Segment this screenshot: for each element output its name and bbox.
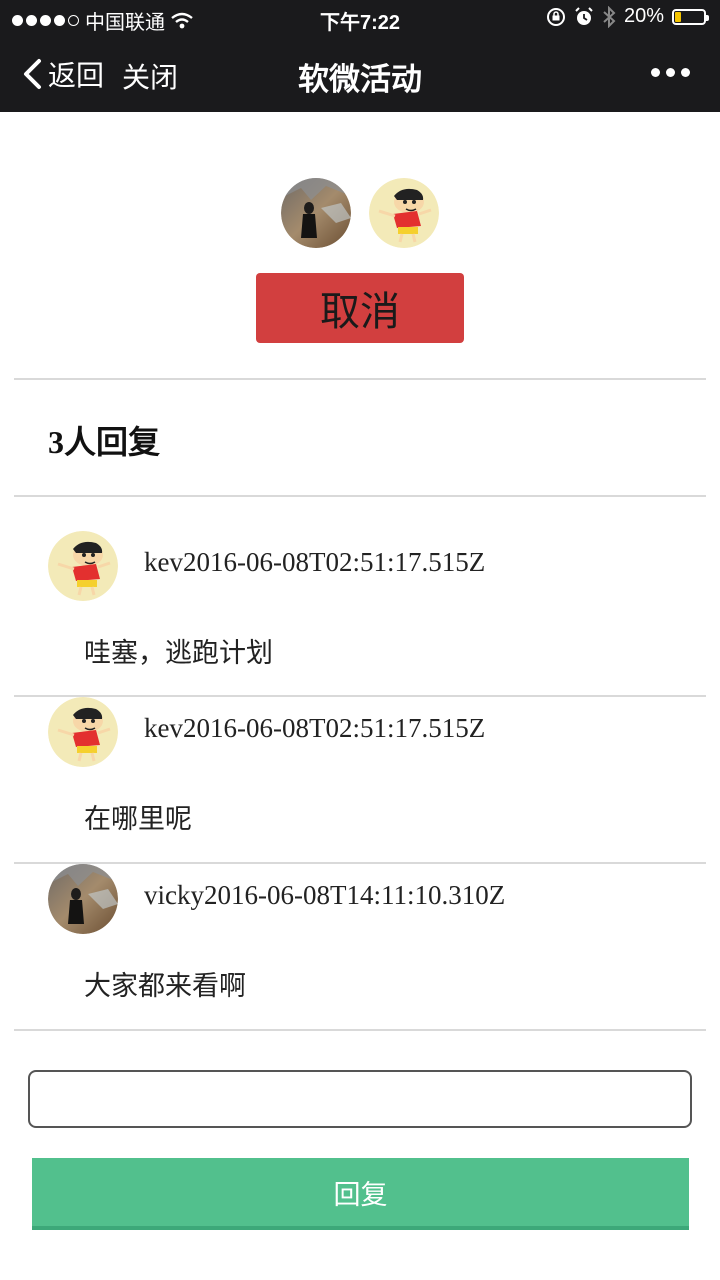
status-right: 20% xyxy=(546,5,709,28)
avatar[interactable] xyxy=(281,178,351,248)
comment-meta: kev2016-06-08T02:51:17.515Z xyxy=(144,713,486,743)
battery-fill xyxy=(675,11,681,22)
status-bar: 中国联通 下午7:22 20% xyxy=(0,0,720,36)
battery-icon xyxy=(672,8,709,25)
comment-item: kev2016-06-08T02:51:17.515Z 哇塞，逃跑计划 xyxy=(0,497,720,668)
alarm-icon xyxy=(575,6,593,25)
comment-meta: kev2016-06-08T02:51:17.515Z xyxy=(144,547,486,577)
page-title: 软微活动 xyxy=(298,62,422,97)
reply-input[interactable] xyxy=(28,1070,692,1128)
comment-text: 大家都来看啊 xyxy=(84,971,246,1001)
rotation-lock-icon xyxy=(546,7,565,26)
cancel-button[interactable]: 取消 xyxy=(256,273,464,343)
nav-bar: 返回 关闭 软微活动 xyxy=(0,36,720,112)
avatar[interactable] xyxy=(48,531,118,601)
avatar[interactable] xyxy=(48,697,118,767)
avatar[interactable] xyxy=(369,178,439,248)
battery-percent: 20% xyxy=(623,5,664,27)
participant-avatars xyxy=(0,178,720,248)
divider xyxy=(14,1029,706,1031)
comment-item: kev2016-06-08T02:51:17.515Z 在哪里呢 xyxy=(0,663,720,834)
comment-item: vicky2016-06-08T14:11:10.310Z 大家都来看啊 xyxy=(0,830,720,1001)
avatar[interactable] xyxy=(48,864,118,934)
bluetooth-icon xyxy=(603,5,616,28)
reply-count: 3人回复 xyxy=(48,424,161,460)
reply-button[interactable]: 回复 xyxy=(32,1158,689,1230)
divider xyxy=(14,378,706,380)
more-dots-icon[interactable] xyxy=(651,68,690,77)
comment-meta: vicky2016-06-08T14:11:10.310Z xyxy=(144,880,506,910)
